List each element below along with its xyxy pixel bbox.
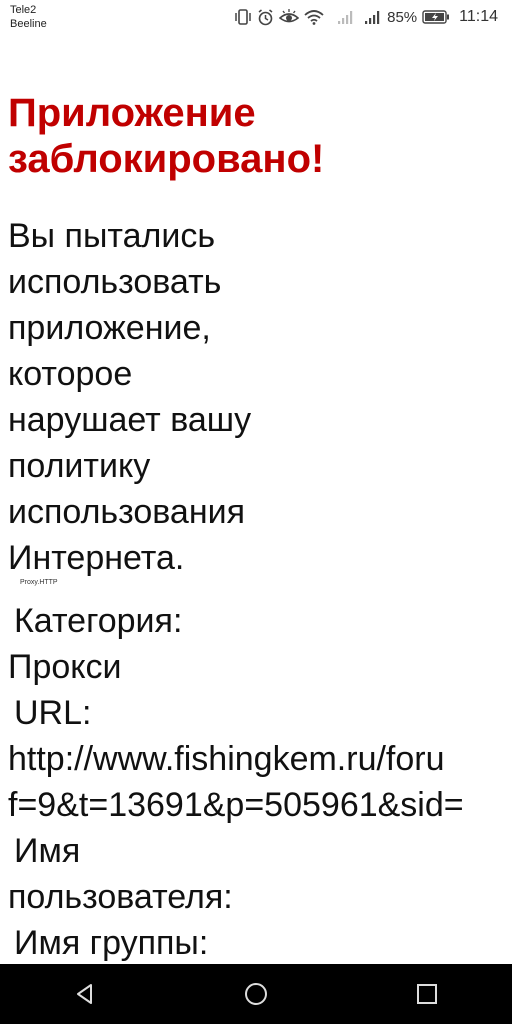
vibrate-icon — [234, 9, 252, 25]
back-icon — [77, 984, 93, 1004]
home-button[interactable] — [226, 964, 286, 1024]
username-label-line-1: Имя — [14, 832, 81, 870]
message-line: которое — [8, 355, 133, 393]
signal-icon-sim1 — [337, 9, 353, 25]
battery-percentage: 85% — [387, 8, 418, 26]
proxy-tag: Proxy.HTTP — [20, 579, 58, 586]
category-label: Категория: — [14, 602, 183, 640]
url-value-line-2: f=9&t=13691&p=505961&sid= — [8, 786, 464, 824]
screen: Tele2 Beeline 85% 11:14 Приложение забло… — [0, 0, 512, 1024]
home-icon — [244, 983, 267, 1005]
recents-button[interactable] — [397, 964, 457, 1024]
carrier-1: Tele2 — [10, 4, 37, 16]
page-title: Приложение заблокировано! — [8, 90, 488, 182]
blocked-page-content: Приложение заблокировано! Вы пытались ис… — [0, 38, 512, 964]
url-label: URL: — [14, 694, 92, 732]
title-line-2: заблокировано! — [8, 137, 325, 181]
eye-comfort-icon — [279, 9, 300, 25]
url-value-line-1: http://www.fishingkem.ru/foru — [8, 740, 445, 778]
username-label-line-2: пользователя: — [8, 878, 233, 916]
message-line: Интернета. — [8, 539, 185, 577]
back-button[interactable] — [55, 964, 115, 1024]
title-line-1: Приложение — [8, 91, 256, 135]
carrier-2: Beeline — [10, 18, 47, 30]
block-message: Вы пытались использовать приложение, кот… — [8, 213, 348, 581]
group-name-label: Имя группы: — [14, 924, 209, 962]
message-line: политику — [8, 447, 151, 485]
carrier-names: Tele2 Beeline — [10, 3, 47, 31]
message-line: приложение, — [8, 309, 211, 347]
battery-icon — [422, 10, 450, 24]
message-line: использования — [8, 493, 246, 531]
navigation-bar — [0, 964, 512, 1024]
category-value: Прокси — [8, 648, 122, 686]
signal-icon-sim2 — [364, 9, 380, 25]
clock: 11:14 — [459, 8, 498, 25]
status-bar: Tele2 Beeline 85% 11:14 — [0, 0, 512, 38]
recents-icon — [416, 984, 437, 1004]
block-details: Категория: Прокси URL: http://www.fishin… — [8, 598, 512, 964]
message-line: использовать — [8, 263, 222, 301]
status-icons: 85% 11:14 — [234, 6, 498, 28]
message-line: нарушает вашу — [8, 401, 252, 439]
message-line: Вы пытались — [8, 217, 216, 255]
alarm-icon — [257, 8, 274, 26]
wifi-icon — [304, 9, 324, 25]
